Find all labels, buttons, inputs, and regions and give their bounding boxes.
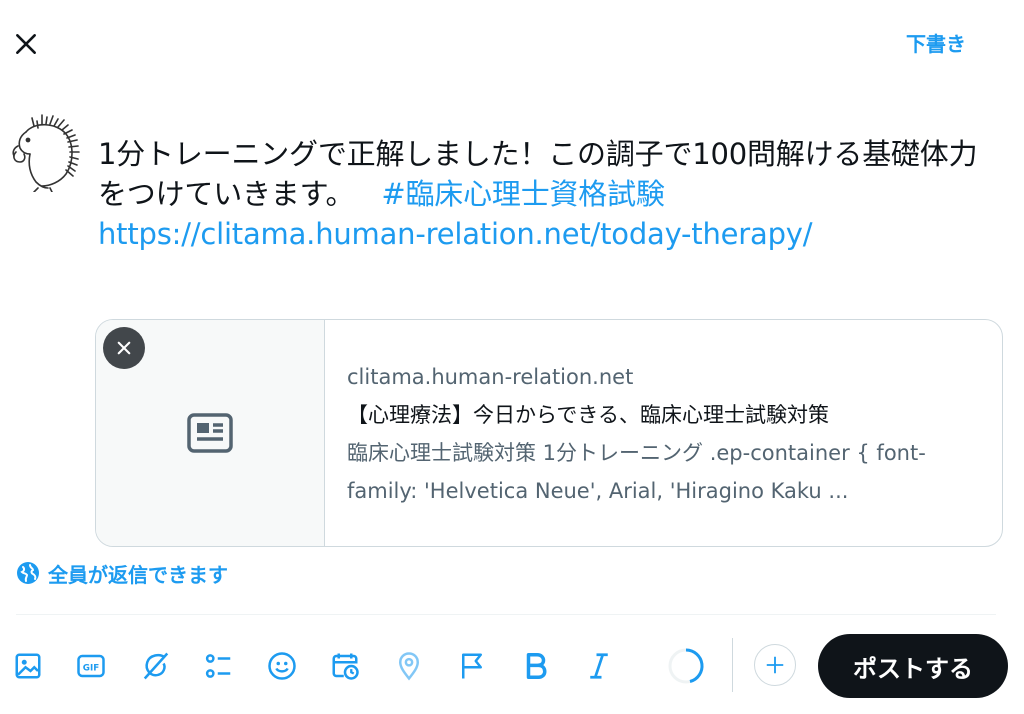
toolbar-separator: [732, 638, 733, 692]
location-icon: [398, 652, 420, 681]
link-card-domain: clitama.human-relation.net: [347, 365, 634, 389]
reply-setting-button[interactable]: 全員が返信できます: [16, 558, 228, 588]
drafts-button[interactable]: 下書き: [896, 26, 976, 62]
plus-icon: [766, 656, 784, 674]
url-link[interactable]: https://clitama.human-relation.net/today…: [98, 217, 813, 251]
grok-button[interactable]: [136, 646, 176, 686]
location-button[interactable]: [389, 646, 429, 686]
character-count-ring: [666, 646, 706, 686]
avatar[interactable]: [4, 112, 80, 193]
link-preview-card[interactable]: clitama.human-relation.net 【心理療法】今日からできる…: [95, 319, 1003, 547]
bold-icon: [526, 653, 547, 679]
link-card-thumbnail: [96, 320, 325, 546]
article-icon: [187, 413, 233, 453]
hashtag-link[interactable]: #臨床心理士資格試験: [381, 177, 665, 211]
grok-icon: [143, 652, 169, 680]
poll-icon: [205, 654, 231, 678]
flag-button[interactable]: [452, 646, 492, 686]
italic-button[interactable]: [579, 646, 619, 686]
media-button[interactable]: [8, 646, 48, 686]
image-icon: [15, 653, 41, 679]
globe-icon: [17, 562, 39, 584]
post-button[interactable]: ポストする: [818, 634, 1008, 698]
gif-icon: GIF: [77, 654, 105, 678]
svg-text:GIF: GIF: [83, 663, 99, 673]
divider: [16, 614, 996, 615]
gif-button[interactable]: GIF: [71, 646, 111, 686]
add-post-button[interactable]: [754, 644, 796, 686]
close-icon: [117, 341, 131, 355]
hedgehog-avatar-icon: [12, 114, 80, 193]
reply-setting-label: 全員が返信できます: [48, 562, 228, 587]
poll-button[interactable]: [199, 646, 239, 686]
remove-link-card-button[interactable]: [103, 327, 145, 369]
schedule-button[interactable]: [325, 646, 365, 686]
emoji-icon: [268, 652, 296, 680]
flag-icon: [462, 653, 482, 679]
emoji-button[interactable]: [262, 646, 302, 686]
italic-icon: [590, 653, 608, 679]
close-button[interactable]: [4, 22, 48, 66]
close-icon: [16, 34, 36, 54]
compose-textarea[interactable]: 1分トレーニングで正解しました！この調子で100問解ける基礎体力をつけていきます…: [98, 134, 998, 254]
bold-button[interactable]: [516, 646, 556, 686]
link-card-description: 臨床心理士試験対策 1分トレーニング .ep-container { font-…: [347, 441, 926, 503]
schedule-icon: [332, 653, 359, 680]
link-card-title: 【心理療法】今日からできる、臨床心理士試験対策: [347, 403, 829, 427]
